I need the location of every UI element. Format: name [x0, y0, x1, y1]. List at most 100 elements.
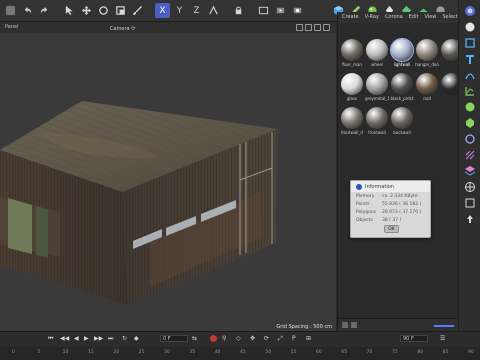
- square-icon[interactable]: [463, 196, 477, 209]
- rot-key-icon[interactable]: ⟳: [264, 335, 269, 342]
- menu-select[interactable]: Select: [442, 12, 457, 23]
- info-row: Objects 38 ( 37 ): [351, 216, 430, 224]
- step-icon[interactable]: ⇆: [192, 335, 197, 342]
- globe-icon[interactable]: [463, 180, 477, 193]
- brush-icon[interactable]: [130, 3, 145, 18]
- graph-icon[interactable]: [463, 84, 477, 97]
- param-key-icon[interactable]: P: [292, 335, 296, 342]
- material-item[interactable]: frontwall_d: [340, 107, 364, 135]
- material-item[interactable]: glass: [340, 73, 364, 101]
- menu-create[interactable]: Create: [342, 12, 359, 23]
- timeline-tick: 55: [290, 350, 297, 355]
- info-key: Polygons: [356, 209, 377, 215]
- end-frame-field[interactable]: 90 F: [400, 335, 428, 342]
- right-toolbar: [458, 0, 480, 345]
- keyframe-icon[interactable]: ◆: [134, 335, 139, 342]
- timeline-tick: 15: [88, 350, 94, 355]
- text-icon[interactable]: [463, 52, 477, 65]
- menu-icon[interactable]: ☰: [440, 335, 445, 342]
- material-preview: [366, 39, 388, 61]
- zoom-slider[interactable]: [434, 325, 454, 327]
- loop-icon[interactable]: ↻: [122, 335, 127, 342]
- go-start-icon[interactable]: ⏮: [48, 335, 53, 343]
- pla-key-icon[interactable]: ⊞: [306, 335, 311, 342]
- material-item[interactable]: floor_man: [340, 39, 364, 67]
- material-item[interactable]: roof: [415, 73, 439, 101]
- settings-icon[interactable]: [463, 116, 477, 129]
- render-region-icon[interactable]: [256, 3, 271, 18]
- redo-icon[interactable]: [37, 3, 52, 18]
- y-axis-icon[interactable]: Y: [172, 3, 187, 18]
- timeline-tick: 45: [240, 350, 246, 355]
- render-view-icon[interactable]: [273, 3, 288, 18]
- dialog-titlebar: Information: [351, 181, 430, 192]
- link-icon[interactable]: [463, 132, 477, 145]
- play-icon[interactable]: ▶: [84, 335, 89, 342]
- material-item[interactable]: frontwall: [365, 107, 389, 135]
- rotate-icon[interactable]: [96, 3, 111, 18]
- material-item[interactable]: wheel: [365, 39, 389, 67]
- warehouse-model[interactable]: [0, 22, 336, 331]
- sphere-preview-icon[interactable]: [463, 20, 477, 33]
- 3d-viewport[interactable]: Panel Camera ⟳ Grid Spacing: 500 cm: [0, 22, 336, 331]
- pos-key-icon[interactable]: ✥: [250, 335, 255, 342]
- timeline-tick: 20: [113, 350, 120, 355]
- menu-corona[interactable]: Corona: [385, 12, 403, 23]
- world-icon[interactable]: [206, 3, 221, 18]
- ok-button[interactable]: OK: [384, 225, 399, 233]
- material-label: frontwall: [368, 130, 386, 135]
- path-icon[interactable]: [463, 68, 477, 81]
- material-label: roof: [423, 96, 431, 101]
- layers-icon[interactable]: [463, 164, 477, 177]
- material-preview: [366, 107, 388, 129]
- render-settings-icon[interactable]: [290, 3, 305, 18]
- material-grid: floor_man wheel lightwall hangar_dooglass gr…: [340, 39, 464, 135]
- material-label: glass: [346, 96, 358, 101]
- timeline-tick: 40: [214, 350, 221, 355]
- shading-icon[interactable]: [463, 4, 477, 17]
- cube-icon[interactable]: [463, 36, 477, 49]
- material-preview: [391, 107, 413, 129]
- move-icon[interactable]: [79, 3, 94, 18]
- scale-key-icon[interactable]: ⤢: [278, 335, 283, 343]
- info-value: 28 973 ( 37 270 ): [382, 209, 422, 215]
- material-label: backwall: [393, 130, 411, 135]
- keyframe-sel-icon[interactable]: ◇: [236, 335, 241, 342]
- undo-icon[interactable]: [20, 3, 35, 18]
- material-item[interactable]: greymetal_1: [365, 73, 389, 101]
- list-view-icon[interactable]: [351, 322, 357, 328]
- timeline-tick: 30: [164, 350, 170, 355]
- lock-icon[interactable]: [231, 3, 246, 18]
- z-axis-icon[interactable]: Z: [189, 3, 204, 18]
- scale-icon[interactable]: [113, 3, 128, 18]
- material-item[interactable]: backwall: [390, 107, 414, 135]
- prev-key-icon[interactable]: ◀◀: [60, 335, 69, 342]
- material-item[interactable]: lightwall: [390, 39, 414, 67]
- material-label: floor_man: [342, 62, 362, 67]
- app-logo-icon: [356, 183, 362, 190]
- autokey-icon[interactable]: ⚲: [222, 335, 226, 342]
- menu-view[interactable]: View: [424, 12, 436, 23]
- select-icon[interactable]: [62, 3, 77, 18]
- atom-icon[interactable]: [463, 100, 477, 113]
- next-frame-icon[interactable]: ▶▶: [94, 335, 103, 342]
- material-footer: [338, 318, 459, 331]
- mesh-icon[interactable]: [463, 148, 477, 161]
- app-icon[interactable]: [3, 3, 18, 18]
- timeline-ruler[interactable]: 0 5 10 15 20 25 30 35 40 45 50 55 60 65 70 75 80 85 90: [0, 347, 480, 360]
- arrow-icon[interactable]: [463, 212, 477, 225]
- info-row: Polygons 28 973 ( 37 270 ): [351, 208, 430, 216]
- record-icon[interactable]: [210, 335, 217, 342]
- go-end-icon[interactable]: ⏭: [108, 335, 113, 343]
- menu-edit[interactable]: Edit: [409, 12, 419, 23]
- material-item[interactable]: black_prdct: [390, 73, 414, 101]
- material-preview: [416, 39, 438, 61]
- info-key: Memory: [356, 193, 375, 199]
- x-axis-icon[interactable]: X: [155, 3, 170, 18]
- grid-view-icon[interactable]: [342, 322, 348, 328]
- frame-field[interactable]: 0 F: [160, 335, 188, 342]
- dialog-title: Information: [365, 183, 394, 190]
- material-item[interactable]: hangar_doo: [415, 39, 439, 67]
- prev-frame-icon[interactable]: ◀: [74, 335, 79, 342]
- menu-vray[interactable]: V-Ray: [365, 12, 379, 23]
